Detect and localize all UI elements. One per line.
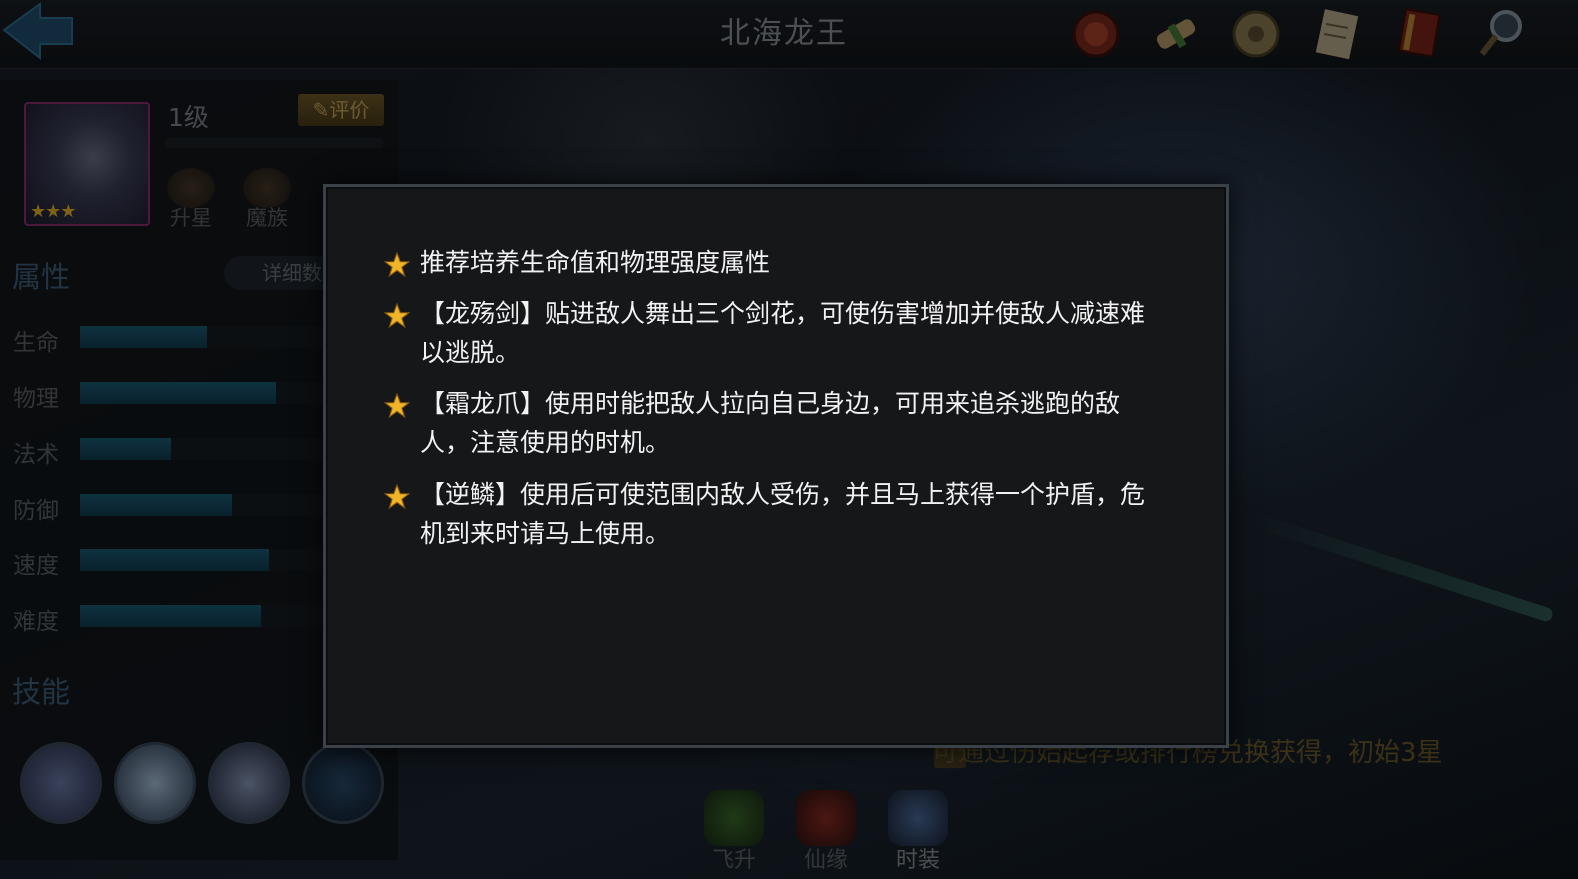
- star-bullet-icon: [384, 252, 410, 278]
- star-bullet-icon: [384, 393, 410, 419]
- tip-text: 【龙殇剑】贴进敌人舞出三个剑花，可使伤害增加并使敌人减速难以逃脱。: [420, 299, 1146, 367]
- tip-item: 【霜龙爪】使用时能把敌人拉向自己身边，可用来追杀逃跑的敌人，注意使用的时机。: [384, 384, 1160, 462]
- tip-item: 【龙殇剑】贴进敌人舞出三个剑花，可使伤害增加并使敌人减速难以逃脱。: [384, 294, 1160, 372]
- tip-text: 推荐培养生命值和物理强度属性: [420, 248, 771, 277]
- tip-item: 推荐培养生命值和物理强度属性: [384, 243, 1160, 282]
- star-bullet-icon: [384, 484, 410, 510]
- tips-dialog: 推荐培养生命值和物理强度属性 【龙殇剑】贴进敌人舞出三个剑花，可使伤害增加并使敌…: [323, 184, 1229, 748]
- star-bullet-icon: [384, 303, 410, 329]
- tip-item: 【逆鳞】使用后可使范围内敌人受伤，并且马上获得一个护盾，危机到来时请马上使用。: [384, 475, 1160, 553]
- tip-text: 【逆鳞】使用后可使范围内敌人受伤，并且马上获得一个护盾，危机到来时请马上使用。: [420, 480, 1146, 548]
- tip-text: 【霜龙爪】使用时能把敌人拉向自己身边，可用来追杀逃跑的敌人，注意使用的时机。: [420, 389, 1121, 457]
